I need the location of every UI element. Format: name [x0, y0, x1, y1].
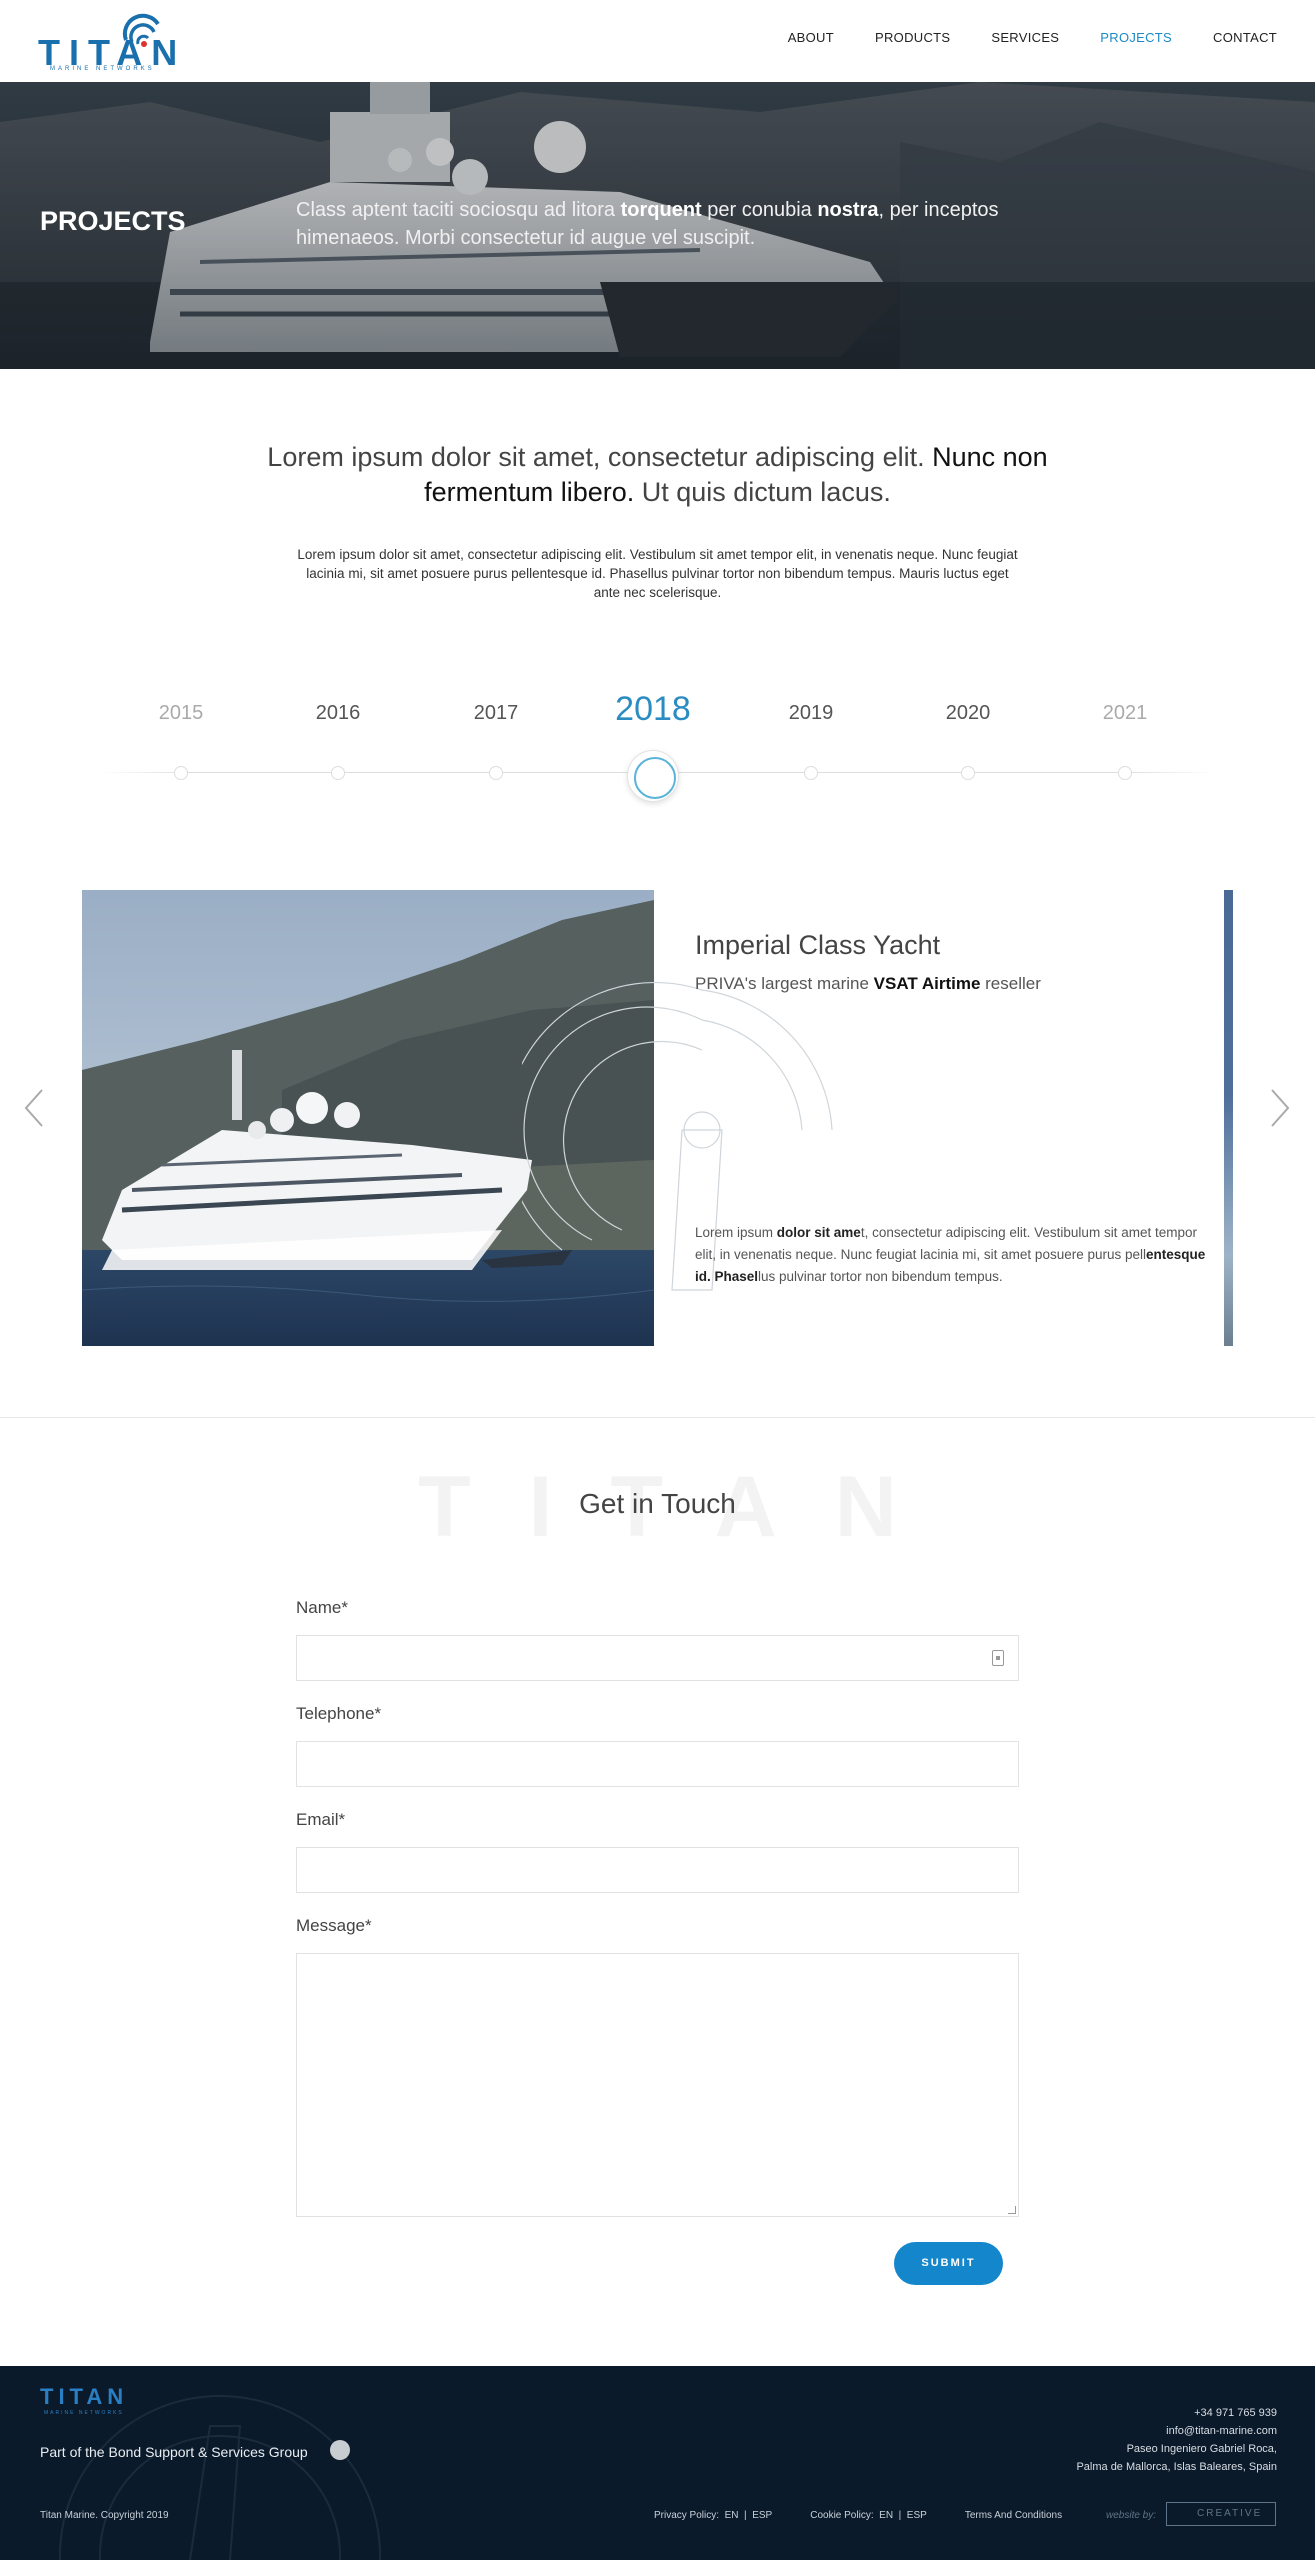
- email-label: Email*: [296, 1810, 346, 1829]
- timeline-year-2019[interactable]: 2019: [751, 702, 871, 725]
- year-timeline: 2015 2016 2017 2018 2019 2020 2021: [100, 690, 1215, 810]
- privacy-policy: Privacy Policy: EN | ESP: [654, 2510, 772, 2521]
- cookie-esp-link[interactable]: ESP: [907, 2510, 927, 2521]
- message-label: Message*: [296, 1916, 372, 1935]
- hero-banner: PROJECTS Class aptent taciti sociosqu ad…: [0, 82, 1315, 369]
- name-field[interactable]: [296, 1635, 1019, 1681]
- timeline-year-2020[interactable]: 2020: [908, 702, 1028, 725]
- privacy-en-link[interactable]: EN: [725, 2510, 739, 2521]
- footer-contact-info: +34 971 765 939 info@titan-marine.com Pa…: [1076, 2404, 1277, 2476]
- terms-link[interactable]: Terms And Conditions: [965, 2510, 1062, 2521]
- timeline-dot-2019[interactable]: [804, 766, 818, 780]
- prev-arrow-icon[interactable]: [20, 1088, 50, 1128]
- intro-paragraph: Lorem ipsum dolor sit amet, consectetur …: [297, 547, 1018, 600]
- hero-description: Class aptent taciti sociosqu ad litora t…: [296, 199, 999, 249]
- timeline-year-2021[interactable]: 2021: [1065, 702, 1185, 725]
- section-divider: [0, 1417, 1315, 1418]
- separator: |: [898, 2510, 902, 2521]
- website-by-label: website by:: [1106, 2510, 1157, 2521]
- telephone-field[interactable]: [296, 1741, 1019, 1787]
- nav-about[interactable]: ABOUT: [788, 30, 834, 45]
- agency-logo[interactable]: CREATIVE: [1166, 2502, 1276, 2526]
- main-nav: ABOUT PRODUCTS SERVICES PROJECTS CONTACT: [788, 30, 1277, 45]
- project-card: Imperial Class Yacht PRIVA's largest mar…: [82, 890, 1233, 1346]
- project-subtitle: PRIVA's largest marine VSAT Airtime rese…: [695, 974, 1041, 993]
- message-field[interactable]: [296, 1953, 1019, 2217]
- timeline-year-2018[interactable]: 2018: [593, 690, 713, 729]
- timeline-dot-2016[interactable]: [331, 766, 345, 780]
- copyright: Titan Marine. Copyright 2019: [40, 2510, 169, 2521]
- contact-title: Get in Touch: [579, 1488, 736, 1519]
- timeline-dot-2017[interactable]: [489, 766, 503, 780]
- timeline-dot-2021[interactable]: [1118, 766, 1132, 780]
- site-footer: TITAN MARINE NETWORKS Part of the Bond S…: [0, 2366, 1315, 2560]
- separator: |: [744, 2510, 747, 2521]
- timeline-year-2017[interactable]: 2017: [436, 702, 556, 725]
- nav-products[interactable]: PRODUCTS: [875, 30, 950, 45]
- name-label: Name*: [296, 1598, 348, 1617]
- site-header: TITAN MARINE NETWORKS ABOUT PRODUCTS SER…: [0, 0, 1315, 82]
- footer-logo[interactable]: TITAN: [40, 2384, 128, 2410]
- privacy-esp-link[interactable]: ESP: [752, 2510, 772, 2521]
- resize-handle-icon[interactable]: [1008, 2206, 1016, 2214]
- nav-projects[interactable]: PROJECTS: [1100, 30, 1172, 45]
- footer-address-line-1: Paseo Ingeniero Gabriel Roca,: [1126, 2443, 1277, 2455]
- timeline-dot-2015[interactable]: [174, 766, 188, 780]
- nav-contact[interactable]: CONTACT: [1213, 30, 1277, 45]
- cookie-policy: Cookie Policy: EN | ESP: [810, 2510, 927, 2521]
- hero-title: PROJECTS: [40, 206, 186, 236]
- email-field[interactable]: [296, 1847, 1019, 1893]
- footer-links: Privacy Policy: EN | ESP Cookie Policy: …: [654, 2510, 1062, 2521]
- cookie-label: Cookie Policy:: [810, 2510, 874, 2521]
- next-project-preview[interactable]: [1224, 890, 1233, 1346]
- telephone-label: Telephone*: [296, 1704, 382, 1723]
- project-title: Imperial Class Yacht: [695, 930, 941, 960]
- next-arrow-icon[interactable]: [1264, 1088, 1294, 1128]
- timeline-year-2015[interactable]: 2015: [121, 702, 241, 725]
- submit-button[interactable]: SUBMIT: [894, 2242, 1003, 2285]
- cookie-en-link[interactable]: EN: [879, 2510, 893, 2521]
- privacy-label: Privacy Policy:: [654, 2510, 720, 2521]
- intro-heading: Lorem ipsum dolor sit amet, consectetur …: [267, 442, 1048, 507]
- contact-card-icon[interactable]: [992, 1650, 1004, 1666]
- logo-tagline: MARINE NETWORKS: [50, 66, 155, 72]
- timeline-dot-2020[interactable]: [961, 766, 975, 780]
- nav-services[interactable]: SERVICES: [991, 30, 1059, 45]
- bond-group-icon: [330, 2440, 350, 2460]
- signal-icon: [122, 13, 160, 47]
- footer-address-line-2: Palma de Mallorca, Islas Baleares, Spain: [1076, 2461, 1277, 2473]
- footer-phone[interactable]: +34 971 765 939: [1076, 2404, 1277, 2422]
- footer-logo-tagline: MARINE NETWORKS: [44, 2410, 124, 2416]
- titan-logo[interactable]: TITAN MARINE NETWORKS: [38, 10, 183, 74]
- group-statement: Part of the Bond Support & Services Grou…: [40, 2444, 308, 2460]
- timeline-dot-2018-selected[interactable]: [627, 750, 679, 802]
- footer-email[interactable]: info@titan-marine.com: [1076, 2422, 1277, 2440]
- project-description: Lorem ipsum dolor sit amet, consectetur …: [695, 1225, 1206, 1284]
- timeline-year-2016[interactable]: 2016: [278, 702, 398, 725]
